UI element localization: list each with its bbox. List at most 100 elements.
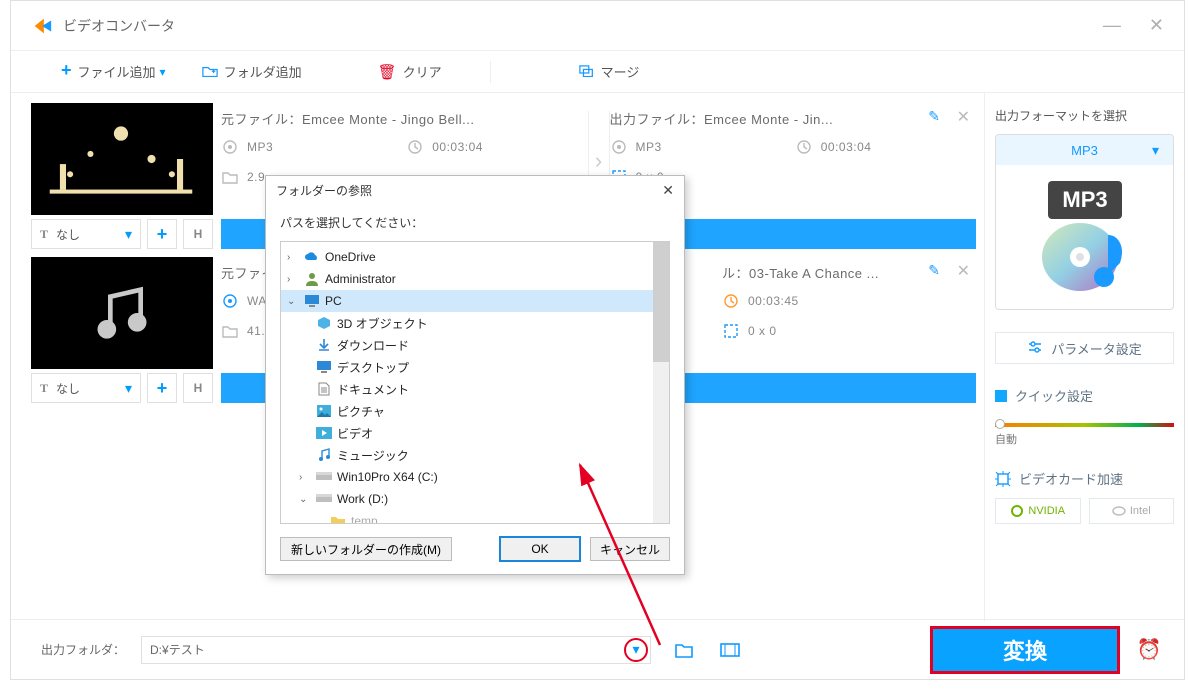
video-icon [315, 424, 333, 442]
separator [490, 61, 491, 83]
audio-fmt-icon [610, 138, 628, 156]
tree-item-pc[interactable]: ⌄PC [281, 290, 669, 312]
tree-item-desktop[interactable]: デスクトップ [281, 356, 669, 378]
clear-label: クリア [403, 62, 442, 81]
tree-item-drive-c[interactable]: ›Win10Pro X64 (C:) [281, 466, 669, 488]
dialog-title: フォルダーの参照 [276, 182, 372, 199]
settings-icon [1027, 339, 1043, 358]
add-file-button[interactable]: + ファイル追加 ▾ [61, 62, 166, 81]
add-subtitle-button[interactable]: + [147, 219, 177, 249]
cloud-icon [303, 248, 321, 266]
gpu-brands: NVIDIA Intel [995, 498, 1174, 524]
nvidia-badge: NVIDIA [995, 498, 1081, 524]
film-button[interactable] [717, 637, 743, 663]
src-name: Emcee Monte - Jingo Bell... [302, 112, 474, 127]
gpu-accel-toggle[interactable]: ビデオカード加速 [995, 469, 1174, 488]
out-duration: 00:03:04 [821, 140, 976, 154]
new-folder-button[interactable]: 新しいフォルダーの作成(M) [280, 537, 452, 561]
src-format: MP3 [247, 140, 402, 154]
app-logo-icon [31, 15, 53, 37]
out-name: 03-Take A Chance ... [749, 266, 879, 281]
thumbnail[interactable] [31, 103, 213, 215]
folder-tree[interactable]: ›OneDrive ›Administrator ⌄PC 3D オブジェクト ダ… [280, 241, 670, 524]
parameter-settings-button[interactable]: パラメータ設定 [995, 332, 1174, 364]
format-illustration: MP3 [996, 165, 1173, 309]
src-label: 元ファイル： [221, 112, 302, 127]
tree-item-temp[interactable]: temp [281, 510, 669, 524]
drive-icon [315, 468, 333, 486]
minimize-button[interactable]: — [1103, 15, 1121, 36]
text-icon: T [40, 381, 48, 396]
subtitle-value: なし [56, 226, 80, 243]
hi-button[interactable]: H [183, 373, 213, 403]
picture-icon [315, 402, 333, 420]
rename-button[interactable]: ✎ [928, 108, 940, 125]
scrollbar[interactable] [653, 242, 669, 523]
tree-item-documents[interactable]: ドキュメント [281, 378, 669, 400]
chevron-down-icon: ▾ [125, 226, 132, 243]
output-path-value: D:¥テスト [150, 641, 205, 658]
tree-item-music[interactable]: ミュージック [281, 444, 669, 466]
tree-item-3dobjects[interactable]: 3D オブジェクト [281, 312, 669, 334]
cancel-button[interactable]: キャンセル [590, 537, 670, 561]
out-label: ル： [722, 266, 749, 281]
folder-icon [221, 168, 239, 186]
tree-item-drive-d[interactable]: ⌄Work (D:) [281, 488, 669, 510]
remove-card-button[interactable]: ✕ [957, 107, 970, 127]
pc-icon [303, 292, 321, 310]
add-file-label: ファイル追加 [78, 62, 156, 81]
tree-item-downloads[interactable]: ダウンロード [281, 334, 669, 356]
quality-slider[interactable] [995, 423, 1174, 427]
hi-button[interactable]: H [183, 219, 213, 249]
rename-button[interactable]: ✎ [928, 262, 940, 279]
clock-icon [795, 138, 813, 156]
tree-item-administrator[interactable]: ›Administrator [281, 268, 669, 290]
close-button[interactable]: ✕ [1149, 15, 1164, 36]
subtitle-select[interactable]: T なし ▾ [31, 219, 141, 249]
slider-knob[interactable] [995, 419, 1005, 429]
schedule-button[interactable]: ⏰ [1136, 637, 1162, 663]
subtitle-row: T なし ▾ + H [31, 373, 213, 403]
thumbnail[interactable] [31, 257, 213, 369]
merge-button[interactable]: マージ [579, 62, 640, 81]
desktop-icon [315, 358, 333, 376]
subtitle-select[interactable]: T なし ▾ [31, 373, 141, 403]
remove-card-button[interactable]: ✕ [957, 261, 970, 281]
output-format-selector[interactable]: MP3 ▾ MP3 [995, 134, 1174, 310]
format-name: MP3 [1071, 143, 1098, 158]
clear-button[interactable]: 🗑 クリア [378, 62, 442, 81]
cube-icon [315, 314, 333, 332]
dialog-buttons: 新しいフォルダーの作成(M) OK キャンセル [266, 524, 684, 574]
open-folder-button[interactable] [671, 637, 697, 663]
music-icon [315, 446, 333, 464]
tree-item-onedrive[interactable]: ›OneDrive [281, 246, 669, 268]
chevron-down-icon[interactable]: ▾ [160, 65, 166, 79]
scrollbar-thumb[interactable] [653, 242, 669, 362]
ok-button[interactable]: OK [500, 537, 580, 561]
drive-icon [315, 490, 333, 508]
output-path-input[interactable]: D:¥テスト ▾ [141, 636, 651, 664]
folder-add-icon [202, 65, 218, 79]
quick-label: クイック設定 [1015, 386, 1093, 405]
folder-browse-dialog: フォルダーの参照 ✕ パスを選択してください： ›OneDrive ›Admin… [265, 175, 685, 575]
add-subtitle-button[interactable]: + [147, 373, 177, 403]
dialog-titlebar: フォルダーの参照 ✕ [266, 176, 684, 204]
audio-fmt-icon [221, 292, 239, 310]
param-label: パラメータ設定 [1051, 339, 1142, 358]
audio-fmt-icon [221, 138, 239, 156]
convert-button[interactable]: 変換 [930, 626, 1120, 674]
trash-icon: 🗑 [378, 63, 397, 81]
path-dropdown-button[interactable]: ▾ [624, 638, 648, 662]
dialog-close-button[interactable]: ✕ [662, 182, 674, 199]
quick-settings-toggle[interactable]: クイック設定 [995, 386, 1174, 405]
out-dim: 0 x 0 [748, 324, 976, 338]
tree-item-pictures[interactable]: ピクチャ [281, 400, 669, 422]
clock-icon [406, 138, 424, 156]
out-duration: 00:03:45 [748, 294, 976, 308]
folder-icon [221, 322, 239, 340]
add-folder-button[interactable]: フォルダ追加 [202, 62, 302, 81]
dim-icon [722, 322, 740, 340]
app-title: ビデオコンバータ [63, 16, 175, 36]
tree-item-videos[interactable]: ビデオ [281, 422, 669, 444]
output-info: ✎ ✕ ル：03-Take A Chance ... 00:03:45 0 x … [722, 257, 976, 373]
